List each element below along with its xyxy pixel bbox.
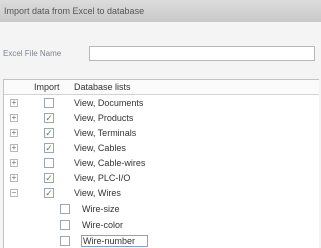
plus-square-icon[interactable]: + bbox=[10, 144, 18, 152]
list-row[interactable]: − ✓ View, Wires bbox=[4, 186, 319, 201]
window-title: Import data from Excel to database bbox=[0, 0, 321, 22]
import-column-header[interactable]: Import bbox=[34, 82, 60, 92]
minus-square-icon[interactable]: − bbox=[10, 189, 18, 197]
plus-square-icon[interactable]: + bbox=[10, 159, 18, 167]
list-label: View, Documents bbox=[74, 98, 144, 108]
list-item[interactable]: Wire-number bbox=[4, 234, 319, 248]
list-label: View, PLC-I/O bbox=[74, 173, 131, 183]
import-checkbox[interactable] bbox=[60, 220, 70, 230]
plus-square-icon[interactable]: + bbox=[10, 114, 18, 122]
import-checkbox[interactable]: ✓ bbox=[44, 188, 54, 198]
import-checkbox[interactable] bbox=[44, 98, 54, 108]
list-label: View, Wires bbox=[74, 188, 121, 198]
lists-header: Import Database lists bbox=[4, 80, 319, 95]
list-label: View, Cable-wires bbox=[74, 158, 146, 168]
list-label: Wire-color bbox=[82, 220, 124, 230]
list-row[interactable]: + ✓ View, Products bbox=[4, 111, 319, 126]
import-checkbox[interactable] bbox=[60, 236, 70, 246]
list-item[interactable]: Wire-size bbox=[4, 202, 319, 217]
plus-square-icon[interactable]: + bbox=[10, 99, 18, 107]
list-label: View, Products bbox=[74, 113, 134, 123]
excel-file-label: Excel File Name bbox=[3, 49, 62, 58]
list-label: Wire-number bbox=[80, 235, 149, 247]
list-row[interactable]: + View, Cable-wires bbox=[4, 156, 319, 171]
import-dialog: Import data from Excel to database Excel… bbox=[0, 0, 321, 248]
list-row[interactable]: + ✓ View, Terminals bbox=[4, 126, 319, 141]
import-checkbox[interactable]: ✓ bbox=[44, 143, 54, 153]
list-label: Wire-size bbox=[82, 204, 120, 214]
list-label: View, Terminals bbox=[74, 128, 137, 138]
excel-file-input[interactable] bbox=[89, 46, 315, 61]
import-checkbox[interactable] bbox=[44, 158, 54, 168]
plus-square-icon[interactable]: + bbox=[10, 129, 18, 137]
list-row[interactable]: + View, Documents bbox=[4, 96, 319, 111]
import-checkbox[interactable] bbox=[60, 204, 70, 214]
lists-column-header[interactable]: Database lists bbox=[74, 82, 131, 92]
import-checkbox[interactable]: ✓ bbox=[44, 128, 54, 138]
import-checkbox[interactable]: ✓ bbox=[44, 113, 54, 123]
plus-square-icon[interactable]: + bbox=[10, 174, 18, 182]
database-lists-panel: Import Database lists + View, Documents … bbox=[3, 79, 319, 248]
list-label: View, Cables bbox=[74, 143, 126, 153]
list-row[interactable]: + ✓ View, PLC-I/O bbox=[4, 171, 319, 186]
list-row[interactable]: + ✓ View, Cables bbox=[4, 141, 319, 156]
excel-file-row: Excel File Name bbox=[0, 44, 321, 64]
list-item[interactable]: Wire-color bbox=[4, 218, 319, 233]
import-checkbox[interactable]: ✓ bbox=[44, 173, 54, 183]
